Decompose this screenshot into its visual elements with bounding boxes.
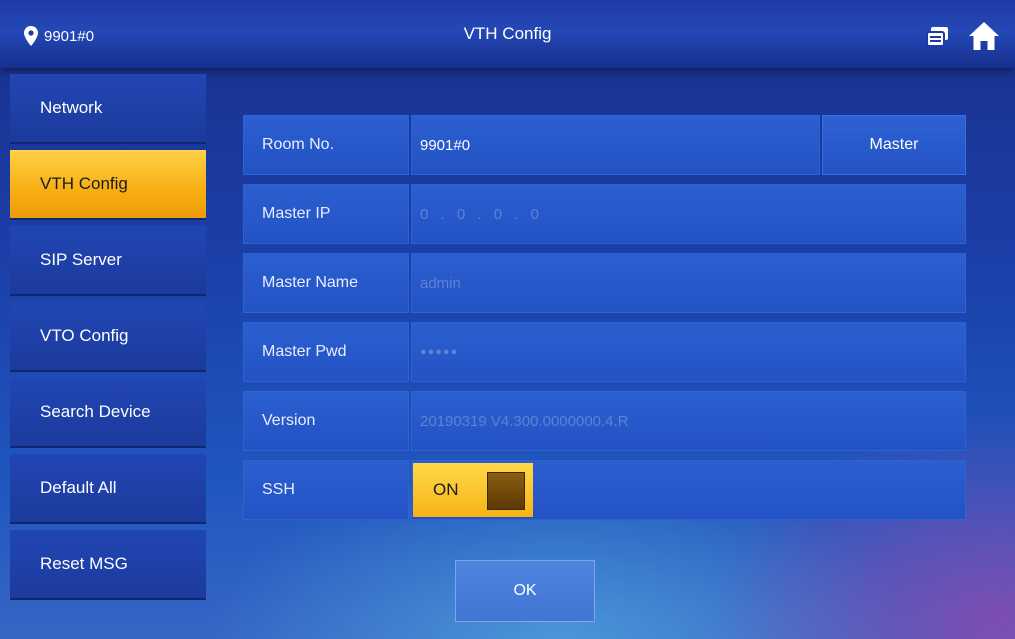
version-row: Version 20190319 V4.300.0000000.4.R [243,391,966,451]
master-pwd-label: Master Pwd [243,322,409,382]
home-icon[interactable] [968,20,1000,52]
sidebar-item-label: Network [40,98,103,117]
header-bar: 9901#0 VTH Config [0,0,1015,68]
page-title: VTH Config [463,24,552,43]
version-label: Version [243,391,409,451]
ok-button[interactable]: OK [455,560,595,622]
master-ip-label: Master IP [243,184,409,244]
version-value: 20190319 V4.300.0000000.4.R [411,391,966,451]
room-no-row: Room No. 9901#0 Master [243,115,966,175]
toggle-knob [487,472,525,510]
master-button[interactable]: Master [822,115,966,175]
sidebar-item-vth-config[interactable]: VTH Config [10,150,206,220]
sidebar-item-vto-config[interactable]: VTO Config [10,302,206,372]
sidebar-item-label: Default All [40,478,117,497]
sidebar-item-label: Reset MSG [40,554,128,573]
room-no-label: Room No. [243,115,409,175]
master-name-row: Master Name admin [243,253,966,313]
sidebar-item-sip-server[interactable]: SIP Server [10,226,206,296]
sidebar-item-label: VTH Config [40,174,128,193]
ssh-toggle[interactable]: ON [413,463,533,517]
master-name-label: Master Name [243,253,409,313]
sidebar-item-label: VTO Config [40,326,129,345]
master-ip-input[interactable]: 0 . 0 . 0 . 0 [411,184,966,244]
sidebar-item-search-device[interactable]: Search Device [10,378,206,448]
ssh-toggle-state: ON [433,480,459,499]
master-name-input[interactable]: admin [411,253,966,313]
sidebar-item-label: SIP Server [40,250,122,269]
message-icon[interactable] [925,24,951,50]
master-pwd-row: Master Pwd ●●●●● [243,322,966,382]
master-pwd-input[interactable]: ●●●●● [411,322,966,382]
sidebar-item-reset-msg[interactable]: Reset MSG [10,530,206,600]
room-no-input[interactable]: 9901#0 [411,115,820,175]
sidebar-item-default-all[interactable]: Default All [10,454,206,524]
ssh-row: SSH ON [243,460,966,520]
sidebar-item-network[interactable]: Network [10,74,206,144]
sidebar-item-label: Search Device [40,402,151,421]
master-ip-row: Master IP 0 . 0 . 0 . 0 [243,184,966,244]
ssh-label: SSH [243,460,409,520]
